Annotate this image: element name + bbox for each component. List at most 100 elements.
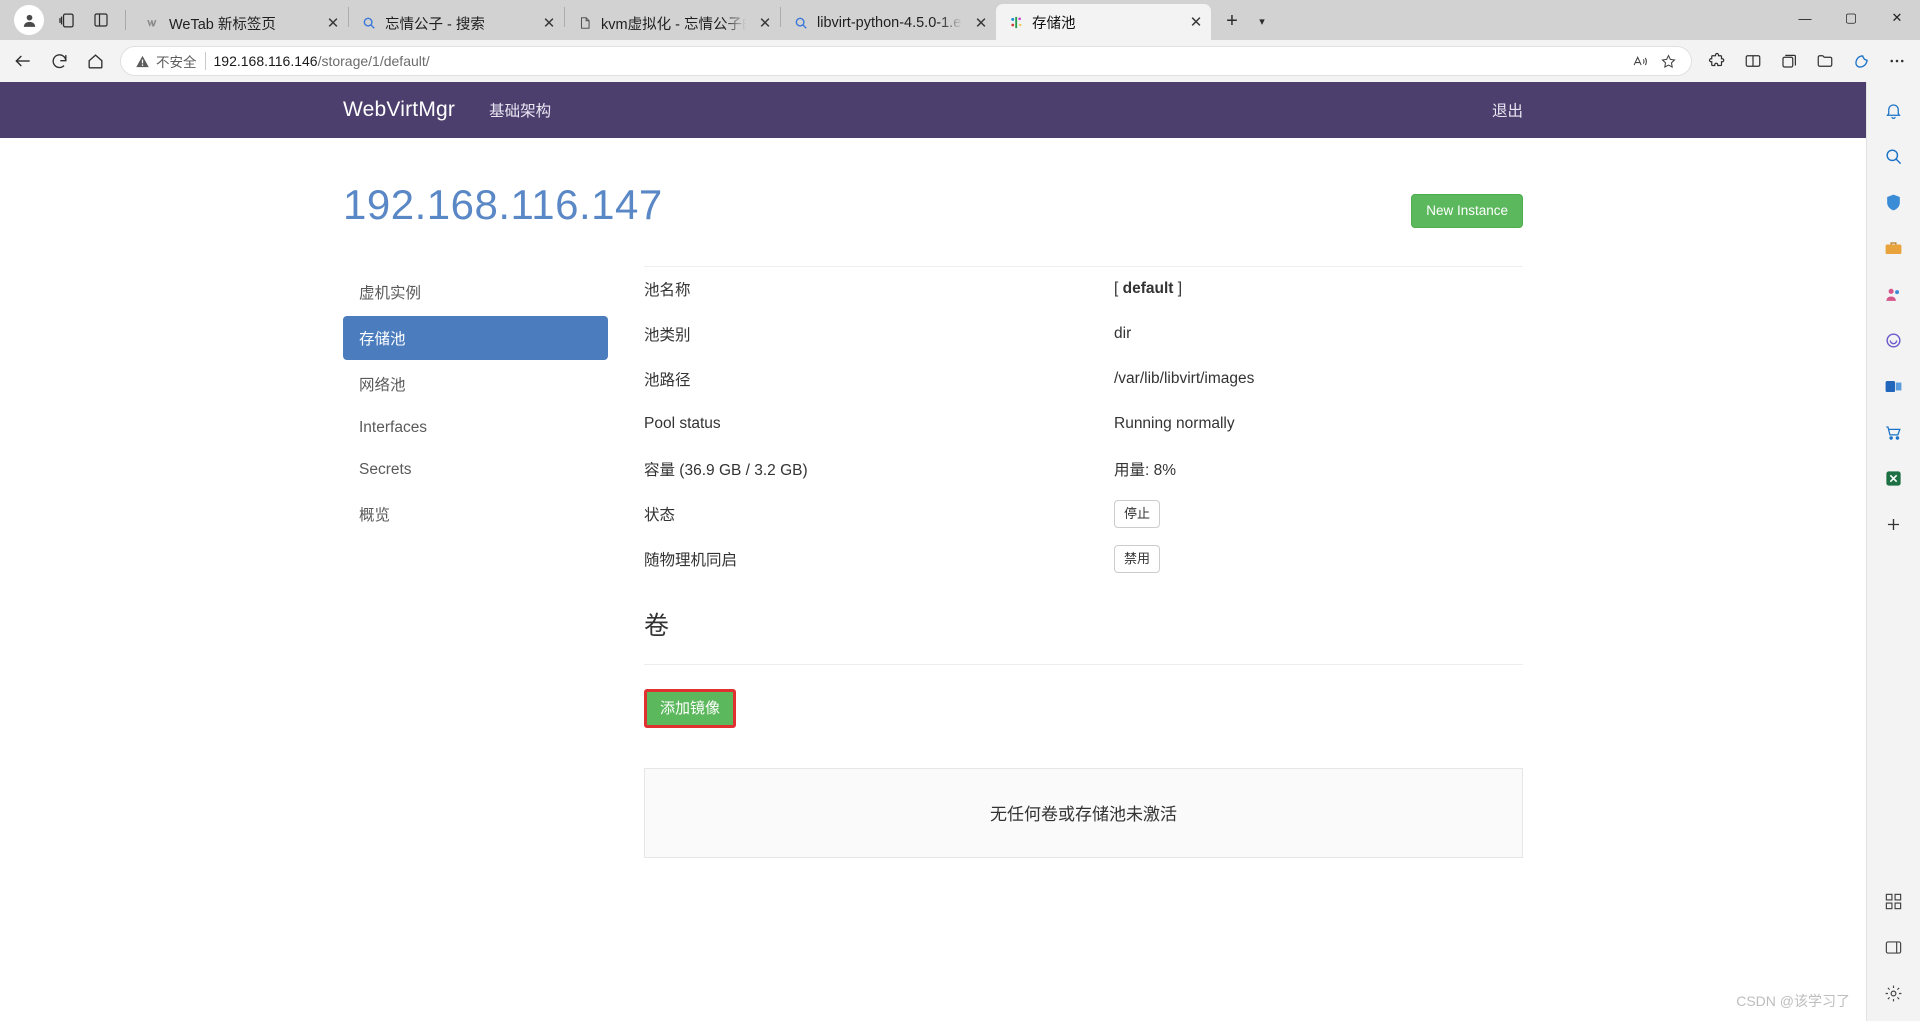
tab-title: 忘情公子 - 搜索 — [385, 16, 485, 33]
security-warning[interactable]: 不安全 — [135, 51, 197, 71]
search-icon[interactable] — [1878, 140, 1910, 172]
sidebar-item-instances[interactable]: 虚机实例 — [343, 270, 608, 314]
tab-close-icon[interactable]: ✕ — [970, 12, 992, 34]
app-navbar: WebVirtMgr 基础架构 退出 — [0, 82, 1866, 138]
edge-sidebar — [1866, 82, 1920, 1021]
pool-stop-button[interactable]: 停止 — [1114, 500, 1161, 528]
tab-title: kvm虚拟化 - 忘情公子的博客 — [601, 16, 746, 33]
browser-tab[interactable]: libvirt-python-4.5.0-1.el7.x86_64 ✕ — [781, 6, 996, 40]
sidebar-item-overview[interactable]: 概览 — [343, 492, 608, 536]
more-icon[interactable] — [1880, 44, 1914, 78]
collections-icon[interactable] — [1772, 44, 1806, 78]
browser-viewport: WebVirtMgr 基础架构 退出 192.168.116.147 New I… — [0, 82, 1920, 1021]
content-row: 虚机实例 存储池 网络池 Interfaces Secrets 概览 池名称 [… — [343, 265, 1523, 858]
settings-icon[interactable] — [1878, 977, 1910, 1009]
detail-value: Running normally — [1114, 415, 1235, 432]
excel-icon[interactable] — [1878, 462, 1910, 494]
tab-close-icon[interactable]: ✕ — [538, 12, 560, 34]
tab-strip: WeTab 新标签页 ✕ 忘情公子 - 搜索 ✕ kvm虚拟化 - 忘情公子的博… — [0, 0, 1920, 40]
pool-name-value: default — [1122, 280, 1174, 297]
detail-label: 池路径 — [644, 372, 691, 389]
add-image-button[interactable]: 添加镜像 — [644, 688, 737, 728]
tab-title: WeTab 新标签页 — [169, 16, 276, 33]
logout-link[interactable]: 退出 — [1492, 99, 1523, 121]
omnibox-divider — [204, 52, 206, 70]
profile-avatar[interactable] — [14, 5, 44, 35]
tab-title: libvirt-python-4.5.0-1.el7.x86_64 — [817, 15, 962, 31]
extensions-icon[interactable] — [1700, 44, 1734, 78]
workspaces-icon[interactable] — [50, 3, 84, 37]
tab-close-icon[interactable]: ✕ — [322, 12, 344, 34]
detail-row: 状态 停止 — [644, 492, 1523, 537]
security-label: 不安全 — [156, 55, 197, 70]
refresh-icon[interactable] — [42, 44, 76, 78]
shield-icon[interactable] — [1878, 186, 1910, 218]
url-text: 192.168.116.146/storage/1/default/ — [214, 53, 1620, 69]
watermark-text: CSDN @该学习了 — [1736, 993, 1850, 1009]
pool-detail-panel: 池名称 [ default ] 池类别 dir 池路径 /var/lib/lib… — [608, 265, 1523, 858]
sidebar-item-interfaces[interactable]: Interfaces — [343, 408, 608, 448]
detail-label: 池名称 — [644, 282, 691, 299]
tab-close-icon[interactable]: ✕ — [754, 12, 776, 34]
page-header: 192.168.116.147 New Instance — [343, 138, 1523, 228]
browser-window: WeTab 新标签页 ✕ 忘情公子 - 搜索 ✕ kvm虚拟化 - 忘情公子的博… — [0, 0, 1920, 1021]
chevron-down-icon[interactable]: ▾ — [1249, 6, 1275, 36]
wetab-icon — [145, 15, 161, 31]
home-icon[interactable] — [78, 44, 112, 78]
nav-link-infrastructure[interactable]: 基础架构 — [489, 99, 551, 121]
address-bar[interactable]: 不安全 192.168.116.146/storage/1/default/ — [120, 46, 1692, 76]
volumes-actions: 添加镜像 — [644, 688, 1523, 728]
volumes-divider — [644, 663, 1523, 665]
app-brand[interactable]: WebVirtMgr — [343, 98, 455, 122]
detail-value: /var/lib/libvirt/images — [1114, 370, 1255, 387]
detail-label: 随物理机同启 — [644, 552, 738, 569]
url-host: 192.168.116.146 — [213, 53, 318, 69]
back-arrow-icon[interactable] — [6, 44, 40, 78]
browser-tab[interactable]: WeTab 新标签页 ✕ — [133, 6, 348, 40]
search-icon — [361, 15, 377, 31]
maximize-button[interactable]: ▢ — [1828, 0, 1874, 36]
add-icon[interactable] — [1878, 508, 1910, 540]
autostart-disable-button[interactable]: 禁用 — [1114, 545, 1161, 573]
notification-icon[interactable] — [1878, 94, 1910, 126]
document-icon — [577, 15, 593, 31]
browser-essentials-icon[interactable] — [1844, 44, 1878, 78]
close-window-button[interactable]: ✕ — [1874, 0, 1920, 36]
people-icon[interactable] — [1878, 278, 1910, 310]
window-controls: — ▢ ✕ — [1782, 0, 1920, 40]
tab-actions-icon[interactable] — [84, 3, 118, 37]
briefcase-icon[interactable] — [1878, 232, 1910, 264]
shopping-icon[interactable] — [1878, 416, 1910, 448]
read-aloud-icon[interactable] — [1627, 48, 1653, 74]
browser-tab[interactable]: kvm虚拟化 - 忘情公子的博客 ✕ — [565, 6, 780, 40]
split-screen-icon[interactable] — [1736, 44, 1770, 78]
web-page: WebVirtMgr 基础架构 退出 192.168.116.147 New I… — [0, 82, 1866, 1021]
browser-tab[interactable]: 忘情公子 - 搜索 ✕ — [349, 6, 564, 40]
detail-value: [ default ] — [1114, 280, 1183, 297]
new-instance-button[interactable]: New Instance — [1411, 194, 1523, 228]
star-icon[interactable] — [1655, 48, 1681, 74]
detail-value: dir — [1114, 325, 1132, 342]
tab-close-icon[interactable]: ✕ — [1185, 11, 1207, 33]
search-icon — [793, 15, 809, 31]
detail-label: 容量 (36.9 GB / 3.2 GB) — [644, 462, 808, 479]
apps-icon[interactable] — [1878, 885, 1910, 917]
detail-label: Pool status — [644, 415, 721, 432]
copilot-icon[interactable] — [1878, 324, 1910, 356]
sidebar-icon[interactable] — [1878, 931, 1910, 963]
favorites-bar-icon[interactable] — [1808, 44, 1842, 78]
new-tab-button[interactable]: + — [1217, 6, 1247, 36]
sidebar-item-networks[interactable]: 网络池 — [343, 362, 608, 406]
outlook-icon[interactable] — [1878, 370, 1910, 402]
pool-detail-list: 池名称 [ default ] 池类别 dir 池路径 /var/lib/lib… — [644, 267, 1523, 582]
volumes-heading: 卷 — [644, 611, 670, 640]
detail-row: 容量 (36.9 GB / 3.2 GB) 用量: 8% — [644, 447, 1523, 492]
minimize-button[interactable]: — — [1782, 0, 1828, 36]
browser-tab-active[interactable]: 存储池 ✕ — [996, 4, 1211, 40]
sidebar-item-secrets[interactable]: Secrets — [343, 450, 608, 490]
sidebar-item-storages[interactable]: 存储池 — [343, 315, 608, 360]
detail-row: 池类别 dir — [644, 312, 1523, 357]
page-container: 192.168.116.147 New Instance 虚机实例 存储池 网络… — [343, 138, 1523, 858]
browser-toolbar: 不安全 192.168.116.146/storage/1/default/ — [0, 40, 1920, 82]
volumes-empty-state: 无任何卷或存储池未激活 — [644, 767, 1523, 858]
